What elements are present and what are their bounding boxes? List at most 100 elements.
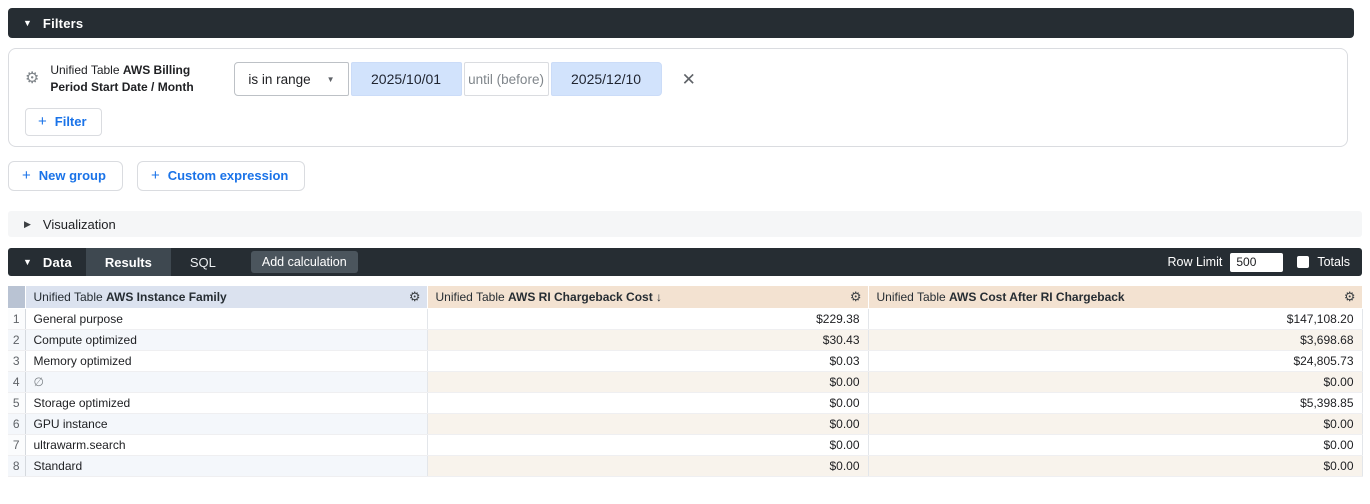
gear-icon[interactable]: ⚙ [1344,289,1356,305]
cell-instance-family[interactable]: GPU instance [25,413,427,434]
column-name: AWS Cost After RI Chargeback [949,290,1125,304]
column-header-ri-chargeback-cost[interactable]: Unified Table AWS RI Chargeback Cost ↓ ⚙ [427,286,868,308]
row-number: 8 [8,455,25,476]
filter-start-date-value: 2025/10/01 [371,71,441,87]
totals-checkbox[interactable] [1297,256,1309,268]
row-number: 2 [8,329,25,350]
filter-actions-row: + New group + Custom expression [8,161,1362,191]
filter-until-placeholder: until (before) [468,72,544,87]
filter-gear-icon[interactable]: ⚙ [25,71,39,87]
filter-panel: ⚙ Unified Table AWS Billing Period Start… [8,48,1348,147]
cell-value[interactable]: $147,108.20 [868,308,1362,329]
row-number-header [8,286,25,308]
row-number: 7 [8,434,25,455]
filter-operator-dropdown[interactable]: is in range ▼ [234,62,348,96]
row-limit-input[interactable] [1230,253,1283,272]
filter-end-date-value: 2025/12/10 [571,71,641,87]
tab-sql[interactable]: SQL [171,248,235,276]
visualization-title: Visualization [43,217,116,232]
tab-results[interactable]: Results [86,248,171,276]
chevron-down-icon: ▼ [327,75,335,84]
plus-icon: + [38,114,47,129]
row-number: 1 [8,308,25,329]
tab-sql-label: SQL [190,255,216,270]
cell-value[interactable]: $0.00 [427,392,868,413]
cell-value[interactable]: $0.00 [868,455,1362,476]
table-body: 1General purpose$229.38$147,108.202Compu… [8,308,1362,476]
cell-value[interactable]: $0.00 [868,371,1362,392]
visualization-section-bar[interactable]: ▶ Visualization [8,211,1362,237]
collapse-triangle-icon: ▼ [23,19,32,28]
cell-value[interactable]: $0.00 [427,371,868,392]
cell-instance-family[interactable]: Standard [25,455,427,476]
gear-icon[interactable]: ⚙ [409,289,421,305]
filters-title: Filters [43,16,83,31]
cell-instance-family[interactable]: ultrawarm.search [25,434,427,455]
data-section-bar: ▼ Data Results SQL Add calculation Row L… [8,248,1362,276]
new-group-button[interactable]: + New group [8,161,123,191]
cell-value[interactable]: $0.00 [868,413,1362,434]
column-header-instance-family[interactable]: Unified Table AWS Instance Family ⚙ [25,286,427,308]
cell-value[interactable]: $0.00 [427,455,868,476]
data-bar-left[interactable]: ▼ Data [8,255,86,270]
column-header-cost-after-ri-chargeback[interactable]: Unified Table AWS Cost After RI Chargeba… [868,286,1362,308]
data-title: Data [43,255,72,270]
cell-value[interactable]: $0.00 [868,434,1362,455]
custom-expression-button[interactable]: + Custom expression [137,161,305,191]
explore-page: ▼ Filters ⚙ Unified Table AWS Billing Pe… [0,0,1370,485]
filter-field-label: Unified Table AWS Billing Period Start D… [50,62,212,96]
table-row: 6GPU instance$0.00$0.00 [8,413,1362,434]
plus-icon: + [151,168,160,183]
table-row: 4∅$0.00$0.00 [8,371,1362,392]
filter-start-date-input[interactable]: 2025/10/01 [351,62,462,96]
remove-filter-icon[interactable]: ✕ [682,71,696,88]
tab-results-label: Results [105,255,152,270]
cell-instance-family[interactable]: ∅ [25,371,427,392]
filter-control-group: is in range ▼ 2025/10/01 until (before) … [234,62,661,96]
expand-triangle-icon: ▶ [24,220,31,229]
sort-descending-icon: ↓ [653,290,662,304]
filter-field-prefix: Unified Table [50,63,119,77]
table-row: 3Memory optimized$0.03$24,805.73 [8,350,1362,371]
gear-icon[interactable]: ⚙ [850,289,862,305]
table-row: 2Compute optimized$30.43$3,698.68 [8,329,1362,350]
table-row: 7ultrawarm.search$0.00$0.00 [8,434,1362,455]
cell-value[interactable]: $0.00 [427,413,868,434]
cell-value[interactable]: $30.43 [427,329,868,350]
row-number: 4 [8,371,25,392]
cell-value[interactable]: $0.03 [427,350,868,371]
cell-value[interactable]: $24,805.73 [868,350,1362,371]
filter-end-date-input[interactable]: 2025/12/10 [551,62,662,96]
row-number: 6 [8,413,25,434]
table-header-row: Unified Table AWS Instance Family ⚙ Unif… [8,286,1362,308]
cell-value[interactable]: $229.38 [427,308,868,329]
row-limit-label: Row Limit [1167,255,1222,269]
cell-value[interactable]: $5,398.85 [868,392,1362,413]
add-filter-button[interactable]: + Filter [25,108,102,136]
row-number: 5 [8,392,25,413]
column-name: AWS Instance Family [106,290,227,304]
cell-instance-family[interactable]: Compute optimized [25,329,427,350]
column-prefix: Unified Table [436,290,505,304]
filter-operator-value: is in range [248,72,310,87]
filter-until-input[interactable]: until (before) [464,62,549,96]
cell-value[interactable]: $3,698.68 [868,329,1362,350]
row-number: 3 [8,350,25,371]
filter-row: ⚙ Unified Table AWS Billing Period Start… [25,62,1331,96]
add-filter-label: Filter [55,114,87,129]
totals-label: Totals [1317,255,1350,269]
cell-value[interactable]: $0.00 [427,434,868,455]
new-group-label: New group [39,168,106,183]
filters-section-bar[interactable]: ▼ Filters [8,8,1354,38]
column-name: AWS RI Chargeback Cost [508,290,653,304]
data-bar-right: Row Limit Totals [1167,253,1362,272]
table-row: 5Storage optimized$0.00$5,398.85 [8,392,1362,413]
add-calculation-button[interactable]: Add calculation [251,251,358,273]
custom-expression-label: Custom expression [168,168,289,183]
cell-instance-family[interactable]: Memory optimized [25,350,427,371]
table-row: 8Standard$0.00$0.00 [8,455,1362,476]
cell-instance-family[interactable]: Storage optimized [25,392,427,413]
cell-instance-family[interactable]: General purpose [25,308,427,329]
plus-icon: + [22,168,31,183]
column-prefix: Unified Table [34,290,103,304]
